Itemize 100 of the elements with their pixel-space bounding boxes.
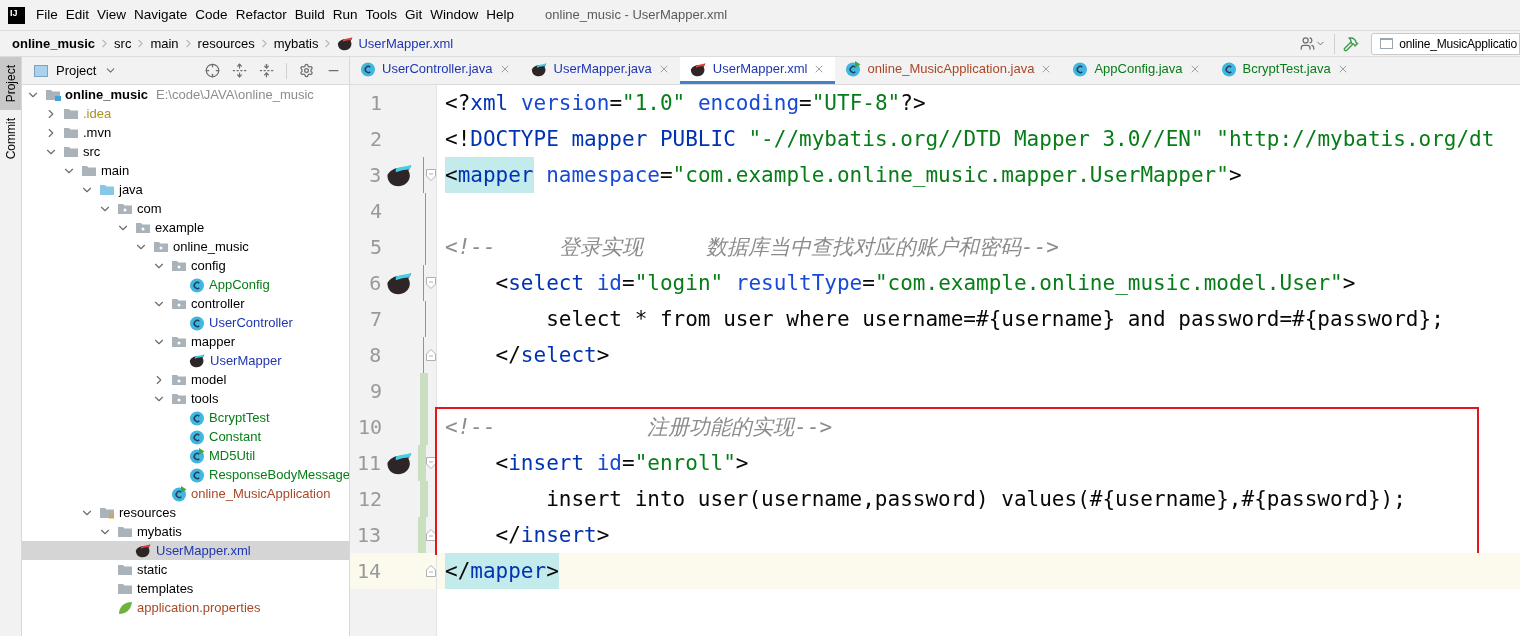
settings-icon[interactable]	[299, 63, 314, 78]
breadcrumb[interactable]: main	[150, 33, 179, 54]
item-label: config	[191, 256, 226, 275]
users-dropdown[interactable]	[1300, 36, 1327, 51]
code-line: </select>	[494, 342, 611, 369]
item-label: java	[119, 180, 143, 199]
tree-item[interactable]: Constant	[22, 427, 349, 446]
code-line: <!-- 登录实现 数据库当中查找对应的账户和密码-->	[444, 234, 1060, 261]
item-label: application.properties	[137, 598, 261, 617]
tree-item[interactable]: AppConfig	[22, 275, 349, 294]
tree-item[interactable]: BcryptTest	[22, 408, 349, 427]
tree-item[interactable]: online_music E:\code\JAVA\online_music	[22, 85, 349, 104]
tree-item[interactable]: resources	[22, 503, 349, 522]
class-icon	[1072, 61, 1089, 77]
menu-item[interactable]: View	[97, 4, 127, 26]
tree-item[interactable]: static	[22, 560, 349, 579]
item-label: BcryptTest	[209, 408, 270, 427]
hammer-icon[interactable]	[1343, 35, 1360, 52]
menu-item[interactable]: Tools	[365, 4, 397, 26]
package-icon	[153, 239, 169, 254]
breadcrumb[interactable]: src	[114, 33, 132, 54]
breadcrumb[interactable]: resources	[197, 33, 255, 54]
menu-item[interactable]: Help	[486, 4, 515, 26]
folder-icon	[117, 524, 133, 539]
class-icon	[845, 61, 862, 77]
line-number: 10	[356, 414, 382, 441]
tree-item[interactable]: UserMapper	[22, 351, 349, 370]
menu-item[interactable]: Window	[430, 4, 479, 26]
breadcrumb[interactable]: online_music	[12, 33, 96, 54]
tree-item[interactable]: MD5Util	[22, 446, 349, 465]
editor-tab[interactable]: AppConfig.java	[1062, 57, 1211, 84]
fold-icon[interactable]	[426, 529, 436, 541]
editor-tab[interactable]: UserController.java	[350, 57, 521, 84]
menu-item[interactable]: Edit	[65, 4, 90, 26]
menu-item[interactable]: Run	[332, 4, 358, 26]
class-icon	[189, 409, 205, 426]
tree-item[interactable]: config	[22, 256, 349, 275]
tree-item[interactable]: mybatis	[22, 522, 349, 541]
fold-icon[interactable]	[426, 457, 436, 469]
tree-item[interactable]: main	[22, 161, 349, 180]
editor-tab[interactable]: BcryptTest.java	[1210, 57, 1359, 84]
tree-item[interactable]: mapper	[22, 332, 349, 351]
tree-item[interactable]: UserMapper.xml	[22, 541, 349, 560]
folder-icon	[63, 125, 79, 140]
app-logo: IJ	[8, 6, 25, 24]
item-label: model	[191, 370, 227, 389]
menu-item[interactable]: Navigate	[134, 4, 188, 26]
menu-item[interactable]: File	[36, 4, 58, 26]
class-icon	[189, 447, 205, 464]
tree-item[interactable]: tools	[22, 389, 349, 408]
tree-item[interactable]: UserController	[22, 313, 349, 332]
tree-item[interactable]: example	[22, 218, 349, 237]
line-number: 14	[356, 558, 382, 585]
tree-item[interactable]: templates	[22, 579, 349, 598]
class-icon	[171, 485, 187, 502]
class-icon	[189, 428, 205, 445]
menu-item[interactable]: Build	[294, 4, 325, 26]
tree-item[interactable]: online_MusicApplication	[22, 484, 349, 503]
item-label: controller	[191, 294, 245, 313]
item-label: mybatis	[137, 522, 182, 541]
item-label: AppConfig	[209, 275, 270, 294]
tree-item[interactable]: online_music	[22, 237, 349, 256]
expand-all-icon[interactable]	[232, 63, 247, 78]
side-tab[interactable]: Project	[0, 57, 21, 111]
breadcrumb[interactable]: UserMapper.xml	[358, 33, 454, 54]
run-config-dropdown[interactable]: online_MusicApplicatio	[1371, 32, 1520, 55]
line-number: 8	[368, 342, 382, 369]
tree-item[interactable]: .mvn	[22, 123, 349, 142]
menu-item[interactable]: Git	[405, 4, 423, 26]
tree-item[interactable]: application.properties	[22, 598, 349, 617]
locate-icon[interactable]	[205, 63, 220, 78]
bird-icon	[135, 542, 152, 559]
tree-item[interactable]: src	[22, 142, 349, 161]
leaf-icon	[117, 599, 133, 616]
tree-item[interactable]: controller	[22, 294, 349, 313]
package-icon	[171, 372, 187, 387]
folder-icon	[99, 182, 115, 197]
tree-item[interactable]: com	[22, 199, 349, 218]
collapse-all-icon[interactable]	[259, 63, 274, 78]
item-label: static	[137, 560, 168, 579]
folder-icon	[117, 581, 133, 596]
menu-item[interactable]: Refactor	[235, 4, 287, 26]
side-tab[interactable]: Commit	[0, 110, 21, 168]
panel-title[interactable]: Project	[56, 60, 97, 81]
editor-tab[interactable]: online_MusicApplication.java	[835, 57, 1063, 84]
menu-item[interactable]: Code	[195, 4, 228, 26]
class-icon	[1220, 61, 1237, 77]
line-number: 4	[368, 198, 382, 225]
editor-tab[interactable]: UserMapper.xml	[679, 57, 836, 84]
folder-icon	[63, 106, 79, 121]
tree-item[interactable]: model	[22, 370, 349, 389]
item-label: .idea	[83, 104, 112, 123]
folder-view-icon	[34, 64, 48, 77]
editor-tab[interactable]: UserMapper.java	[520, 57, 680, 84]
window-title: online_music - UserMapper.xml	[545, 6, 728, 25]
tree-item[interactable]: java	[22, 180, 349, 199]
item-label: UserController	[209, 313, 293, 332]
item-label: UserMapper	[210, 351, 282, 370]
tree-item[interactable]: ResponseBodyMessage	[22, 465, 349, 484]
breadcrumb[interactable]: mybatis	[273, 33, 319, 54]
